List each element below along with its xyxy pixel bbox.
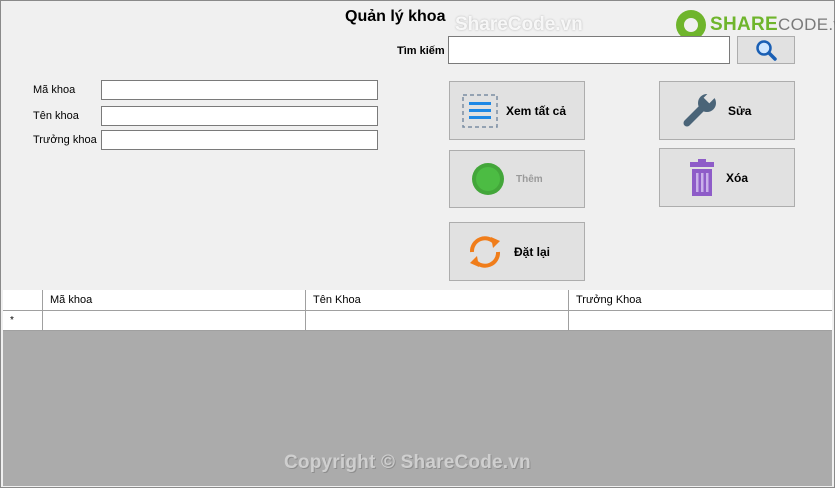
search-button[interactable] <box>737 36 795 64</box>
search-icon <box>756 40 777 61</box>
add-label: Thêm <box>516 173 543 185</box>
reset-button[interactable]: Đặt lại <box>449 222 585 281</box>
ma-khoa-label: Mã khoa <box>33 84 76 96</box>
wrench-icon <box>683 90 717 126</box>
list-icon <box>462 93 498 128</box>
edit-button[interactable]: Sửa <box>659 81 795 140</box>
trash-icon <box>690 158 714 196</box>
delete-button[interactable]: Xóa <box>659 148 795 207</box>
search-label: Tìm kiếm <box>397 45 445 57</box>
edit-label: Sửa <box>728 103 752 118</box>
ten-khoa-input[interactable] <box>101 106 378 126</box>
page-title: Quản lý khoa <box>345 8 446 25</box>
reset-label: Đặt lại <box>514 244 551 259</box>
new-row-ma-khoa-cell[interactable] <box>43 311 306 331</box>
delete-label: Xóa <box>726 170 749 185</box>
ten-khoa-label: Tên khoa <box>33 110 79 122</box>
column-header-truong-khoa[interactable]: Trưởng Khoa <box>569 290 832 310</box>
new-row-truong-khoa-cell[interactable] <box>569 311 832 331</box>
add-icon <box>472 163 504 195</box>
row-header-corner <box>3 290 43 310</box>
truong-khoa-label: Trưởng khoa <box>33 134 97 146</box>
column-header-ma-khoa[interactable]: Mã khoa <box>43 290 306 310</box>
logo-brand-bold: SHARE <box>710 14 779 35</box>
ma-khoa-input[interactable] <box>101 80 378 100</box>
truong-khoa-input[interactable] <box>101 130 378 150</box>
copyright-watermark: Copyright © ShareCode.vn <box>284 452 531 473</box>
search-input[interactable] <box>448 36 730 64</box>
logo-brand-rest: CODE.vn <box>778 15 835 34</box>
add-button[interactable]: Thêm <box>449 150 585 208</box>
new-row-ten-khoa-cell[interactable] <box>306 311 569 331</box>
new-row[interactable]: * <box>3 311 832 331</box>
top-watermark: ShareCode.vn <box>455 14 583 35</box>
new-row-marker: * <box>3 311 43 331</box>
column-header-ten-khoa[interactable]: Tên Khoa <box>306 290 569 310</box>
grid-header: Mã khoa Tên Khoa Trưởng Khoa <box>3 290 832 311</box>
view-all-button[interactable]: Xem tất cả <box>449 81 585 140</box>
refresh-icon <box>470 235 500 268</box>
view-all-label: Xem tất cả <box>506 103 567 118</box>
